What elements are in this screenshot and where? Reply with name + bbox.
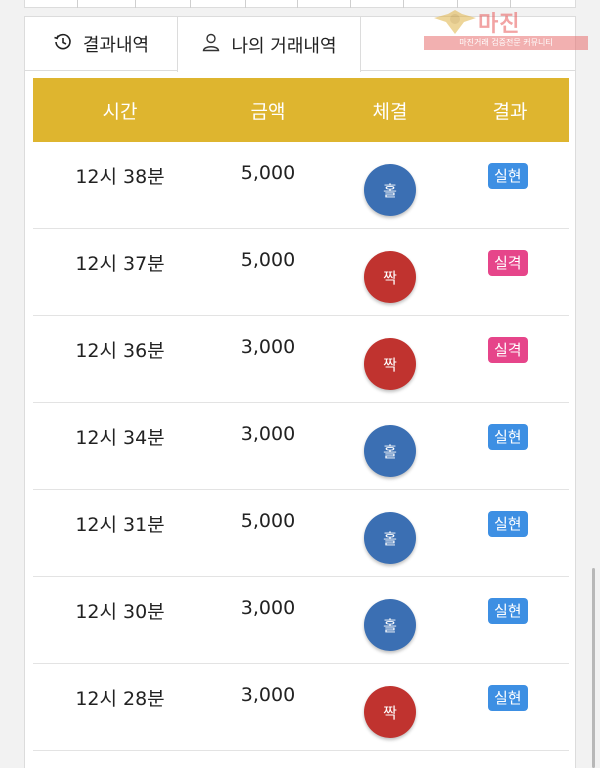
pick-cell: 홀 (329, 577, 451, 663)
result-badge: 실격 (488, 250, 528, 276)
amount-cell: 5,000 (207, 229, 329, 315)
result-cell: 실현 (451, 403, 569, 489)
result-cell: 실현 (451, 664, 569, 750)
tab-result-history[interactable]: 결과내역 (25, 17, 177, 71)
table-row: 12시 30분 3,000 홀 실현 (33, 577, 569, 664)
amount-text: 3,000 (240, 684, 296, 706)
amount-cell: 5,000 (207, 142, 329, 228)
time-cell: 12시 28분 (33, 664, 207, 750)
amount-cell: 5,000 (207, 490, 329, 576)
trade-table: 시간 금액 체결 결과 12시 38분 5,000 홀 실현 12시 37분 5,000 짝… (33, 78, 569, 751)
pick-ball: 짝 (364, 251, 416, 303)
table-row: 12시 34분 3,000 홀 실현 (33, 403, 569, 490)
pick-cell: 짝 (329, 316, 451, 402)
header-result: 결과 (492, 100, 528, 123)
time-text: 12시 38분 (75, 166, 165, 188)
amount-text: 5,000 (240, 162, 296, 184)
header-amount: 금액 (250, 100, 286, 123)
pick-ball: 홀 (364, 164, 416, 216)
table-body: 12시 38분 5,000 홀 실현 12시 37분 5,000 짝 실격 12시 36분 3,0… (33, 142, 569, 751)
result-cell: 실격 (451, 229, 569, 315)
time-text: 12시 34분 (75, 427, 165, 449)
header-time: 시간 (102, 100, 138, 123)
time-cell: 12시 31분 (33, 490, 207, 576)
table-row: 12시 38분 5,000 홀 실현 (33, 142, 569, 229)
pick-cell: 홀 (329, 142, 451, 228)
table-header: 시간 금액 체결 결과 (33, 78, 569, 142)
tab-my-trades[interactable]: 나의 거래내역 (177, 17, 361, 72)
time-text: 12시 28분 (75, 688, 165, 710)
time-text: 12시 30분 (75, 601, 165, 623)
pick-ball: 홀 (364, 599, 416, 651)
tab-result-history-label: 결과내역 (82, 35, 150, 56)
result-cell: 실격 (451, 316, 569, 402)
time-cell: 12시 38분 (33, 142, 207, 228)
table-row: 12시 31분 5,000 홀 실현 (33, 490, 569, 577)
pick-cell: 짝 (329, 664, 451, 750)
time-text: 12시 37분 (75, 253, 165, 275)
time-text: 12시 31분 (75, 514, 165, 536)
table-row: 12시 36분 3,000 짝 실격 (33, 316, 569, 403)
history-card: 결과내역 나의 거래내역 시간 금액 체결 결과 12시 38분 5,000 홀 실현… (24, 16, 576, 768)
watermark-subtitle: 마진거래 검증전문 커뮤니티 (424, 36, 588, 50)
table-row: 12시 37분 5,000 짝 실격 (33, 229, 569, 316)
amount-text: 5,000 (240, 249, 296, 271)
result-badge: 실현 (488, 598, 528, 624)
result-badge: 실현 (488, 685, 528, 711)
amount-cell: 3,000 (207, 403, 329, 489)
amount-text: 3,000 (240, 423, 296, 445)
amount-cell: 3,000 (207, 577, 329, 663)
pick-cell: 짝 (329, 229, 451, 315)
result-cell: 실현 (451, 142, 569, 228)
amount-cell: 3,000 (207, 316, 329, 402)
scrollbar[interactable] (592, 568, 595, 768)
amount-text: 5,000 (240, 510, 296, 532)
pick-cell: 홀 (329, 490, 451, 576)
time-cell: 12시 36분 (33, 316, 207, 402)
amount-text: 3,000 (240, 336, 296, 358)
result-badge: 실현 (488, 511, 528, 537)
result-badge: 실격 (488, 337, 528, 363)
pick-ball: 홀 (364, 425, 416, 477)
result-badge: 실현 (488, 163, 528, 189)
time-cell: 12시 37분 (33, 229, 207, 315)
history-icon (53, 32, 83, 57)
result-badge: 실현 (488, 424, 528, 450)
table-row: 12시 28분 3,000 짝 실현 (33, 664, 569, 751)
user-icon (201, 32, 231, 57)
amount-cell: 3,000 (207, 664, 329, 750)
emblem-icon (434, 10, 476, 34)
watermark-title: 마진 (478, 12, 521, 37)
header-pick: 체결 (372, 100, 408, 123)
pick-ball: 짝 (364, 338, 416, 390)
result-cell: 실현 (451, 490, 569, 576)
amount-text: 3,000 (240, 597, 296, 619)
pick-ball: 짝 (364, 686, 416, 738)
pick-ball: 홀 (364, 512, 416, 564)
time-cell: 12시 30분 (33, 577, 207, 663)
tab-my-trades-label: 나의 거래내역 (231, 35, 337, 57)
time-cell: 12시 34분 (33, 403, 207, 489)
time-text: 12시 36분 (75, 340, 165, 362)
site-watermark: 마진 마진거래 검증전문 커뮤니티 (424, 6, 590, 50)
result-cell: 실현 (451, 577, 569, 663)
pick-cell: 홀 (329, 403, 451, 489)
